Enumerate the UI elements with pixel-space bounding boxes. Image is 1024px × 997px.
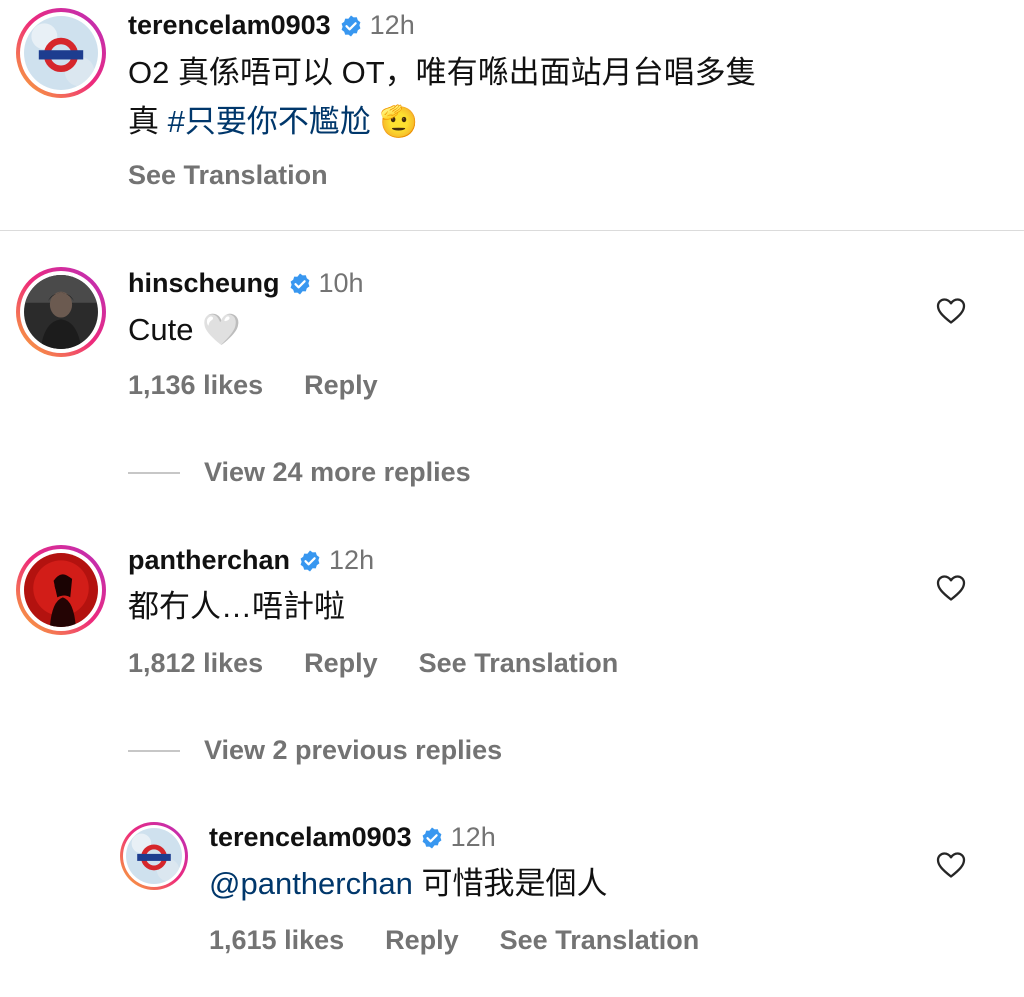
avatar[interactable] bbox=[16, 267, 106, 357]
mention-link[interactable]: @pantherchan bbox=[209, 866, 413, 901]
comment-text: Cute 🤍 bbox=[128, 305, 241, 355]
underground-logo-image bbox=[24, 16, 98, 90]
verified-badge-icon bbox=[422, 827, 442, 848]
see-translation-link[interactable]: See Translation bbox=[128, 160, 328, 191]
verified-badge-icon bbox=[341, 15, 361, 36]
divider-line bbox=[128, 749, 180, 752]
reply-button[interactable]: Reply bbox=[304, 648, 378, 679]
timestamp: 12h bbox=[369, 10, 415, 40]
divider bbox=[0, 230, 1024, 231]
white-heart-emoji: 🤍 bbox=[202, 312, 241, 347]
saluting-face-emoji: 🫡 bbox=[379, 104, 419, 139]
comment-text: 都冇人…唔計啦 bbox=[128, 589, 345, 624]
hashtag-link[interactable]: #只要你不尷尬 bbox=[168, 104, 371, 139]
divider-line bbox=[128, 471, 180, 474]
verified-badge-icon bbox=[290, 273, 309, 294]
likes-count[interactable]: 1,812 likes bbox=[128, 648, 263, 679]
likes-count[interactable]: 1,615 likes bbox=[209, 925, 344, 956]
see-translation-link[interactable]: See Translation bbox=[419, 648, 619, 679]
comment-text-body: Cute bbox=[128, 312, 194, 347]
heart-outline-icon[interactable] bbox=[936, 297, 966, 325]
heart-outline-icon[interactable] bbox=[936, 574, 966, 602]
timestamp: 10h bbox=[318, 268, 364, 298]
username[interactable]: pantherchan bbox=[128, 545, 290, 576]
underground-logo-image bbox=[126, 828, 182, 884]
timestamp: 12h bbox=[329, 545, 375, 575]
reply-button[interactable]: Reply bbox=[385, 925, 459, 956]
view-previous-replies-label: View 2 previous replies bbox=[204, 735, 503, 765]
comment-text-body: 可惜我是個人 bbox=[412, 866, 608, 901]
reply-button[interactable]: Reply bbox=[304, 370, 378, 401]
see-translation-link[interactable]: See Translation bbox=[500, 925, 700, 956]
profile-photo-image bbox=[24, 553, 98, 627]
comment-text-line-1: O2 真係唔可以 OT，唯有喺出面站月台唱多隻 bbox=[128, 55, 757, 90]
avatar[interactable] bbox=[16, 8, 106, 98]
username[interactable]: terencelam0903 bbox=[128, 10, 331, 41]
timestamp: 12h bbox=[450, 822, 496, 852]
profile-photo-image bbox=[24, 275, 98, 349]
avatar[interactable] bbox=[120, 822, 188, 890]
verified-badge-icon bbox=[300, 550, 320, 571]
view-more-replies-label: View 24 more replies bbox=[204, 457, 471, 487]
comment-text: @pantherchan 可惜我是個人 bbox=[209, 859, 607, 909]
avatar[interactable] bbox=[16, 545, 106, 635]
username[interactable]: terencelam0903 bbox=[209, 822, 412, 853]
comment-text-line-2: 真 #只要你不尷尬 🫡 bbox=[128, 97, 418, 147]
likes-count[interactable]: 1,136 likes bbox=[128, 370, 263, 401]
heart-outline-icon[interactable] bbox=[936, 851, 966, 879]
username[interactable]: hinscheung bbox=[128, 268, 280, 299]
comment-text-prefix: 真 bbox=[128, 104, 168, 139]
view-more-replies-button[interactable]: View 24 more replies bbox=[128, 457, 471, 488]
view-previous-replies-button[interactable]: View 2 previous replies bbox=[128, 735, 502, 766]
